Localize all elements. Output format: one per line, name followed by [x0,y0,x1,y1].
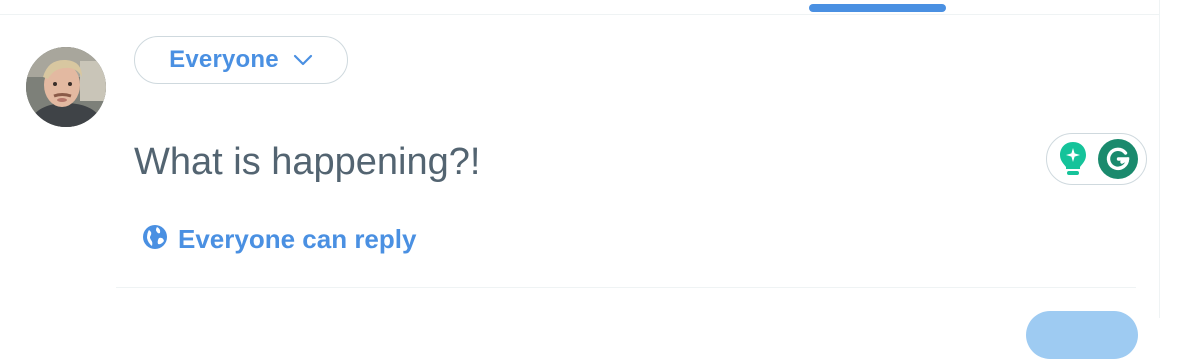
reply-setting-label: Everyone can reply [178,223,417,254]
post-button[interactable] [1026,311,1138,359]
chevron-down-icon [293,54,313,66]
active-tab-indicator [809,4,946,12]
compose-text-input[interactable] [134,134,1014,190]
toolbar-divider [116,287,1136,288]
globe-icon [142,224,168,255]
reply-setting-button[interactable]: Everyone can reply [142,222,416,256]
top-divider [0,14,1160,15]
avatar[interactable] [26,47,106,127]
grammarly-g-icon[interactable] [1097,139,1138,179]
grammarly-widget [1046,133,1147,185]
column-border [1159,0,1160,318]
lightbulb-sparkle-icon[interactable] [1056,139,1090,179]
audience-label: Everyone [169,46,279,73]
audience-dropdown-button[interactable]: Everyone [134,36,348,84]
